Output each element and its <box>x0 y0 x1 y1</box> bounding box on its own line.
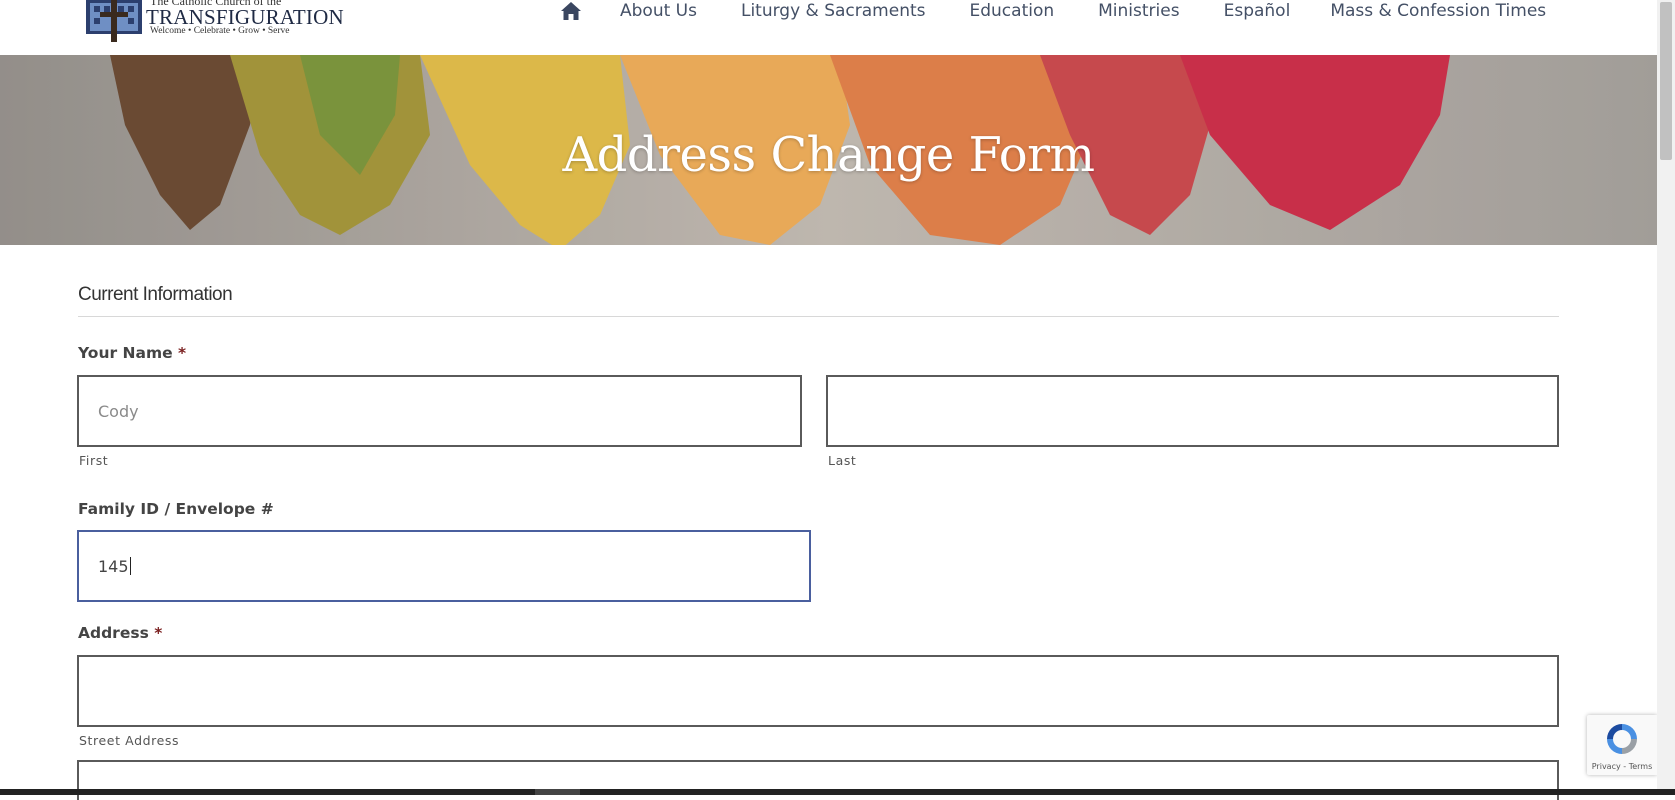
page-title: Address Change Form <box>562 127 1095 183</box>
address-label: Address * <box>78 624 162 642</box>
recaptcha-badge[interactable]: Privacy - Terms <box>1587 715 1657 775</box>
logo-tagline: Welcome • Celebrate • Grow • Serve <box>150 26 290 36</box>
your-name-label: Your Name * <box>78 344 186 362</box>
last-name-input[interactable] <box>826 375 1559 447</box>
home-icon[interactable] <box>560 1 582 21</box>
required-mark: * <box>154 624 163 642</box>
street-address-sublabel: Street Address <box>79 733 180 748</box>
nav-item-espanol[interactable]: Español <box>1224 1 1291 21</box>
section-divider <box>78 316 1559 317</box>
church-logo-icon <box>86 0 142 42</box>
scrollbar-thumb[interactable] <box>1660 2 1672 160</box>
section-title: Current Information <box>78 284 233 305</box>
bottom-edge-bar <box>0 789 1675 795</box>
street-address-input[interactable] <box>77 655 1559 727</box>
your-name-label-text: Your Name <box>78 344 173 362</box>
nav-item-liturgy[interactable]: Liturgy & Sacraments <box>741 1 926 21</box>
recaptcha-icon <box>1607 724 1637 754</box>
first-name-input[interactable]: Cody <box>77 375 802 447</box>
nav-item-ministries[interactable]: Ministries <box>1098 1 1179 21</box>
nav-item-education[interactable]: Education <box>970 1 1055 21</box>
required-mark: * <box>178 344 187 362</box>
family-id-value: 145 <box>98 556 129 576</box>
site-logo[interactable]: The Catholic Church of the TRANSFIGURATI… <box>80 0 344 44</box>
hero-banner: Address Change Form <box>0 55 1657 245</box>
site-header: The Catholic Church of the TRANSFIGURATI… <box>0 0 1657 55</box>
address-label-text: Address <box>78 624 149 642</box>
recaptcha-privacy-terms[interactable]: Privacy - Terms <box>1587 762 1657 771</box>
first-name-sublabel: First <box>79 453 109 468</box>
nav-item-about-us[interactable]: About Us <box>620 1 697 21</box>
main-nav: About Us Liturgy & Sacraments Education … <box>560 0 1546 22</box>
nav-item-mass-times[interactable]: Mass & Confession Times <box>1330 1 1546 21</box>
first-name-value: Cody <box>98 401 139 421</box>
last-name-sublabel: Last <box>828 453 857 468</box>
bottom-edge-segment <box>535 789 580 795</box>
text-caret <box>129 557 131 575</box>
family-id-label: Family ID / Envelope # <box>78 500 274 518</box>
family-id-input[interactable]: 145 <box>77 530 811 602</box>
